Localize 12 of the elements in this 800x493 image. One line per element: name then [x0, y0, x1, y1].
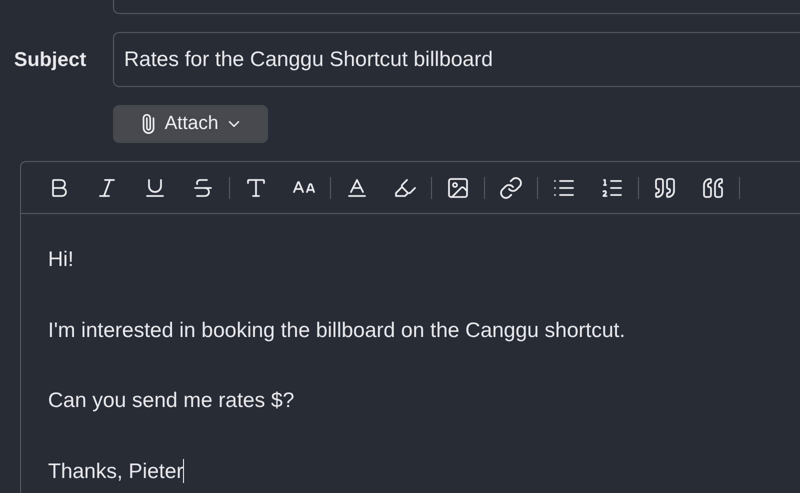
quote-icon[interactable] — [701, 176, 725, 200]
image-icon[interactable] — [446, 176, 470, 200]
subject-label: Subject — [14, 48, 88, 72]
quote-icon[interactable] — [653, 176, 677, 200]
subject-field[interactable]: Rates for the Canggu Shortcut billboard — [113, 32, 800, 87]
text-cursor — [183, 459, 184, 484]
message-paragraph: Can you send me rates $? — [48, 388, 294, 414]
message-paragraph: Hi! — [48, 247, 74, 273]
attach-button[interactable]: Attach — [113, 105, 268, 143]
link-icon[interactable] — [499, 176, 523, 200]
message-paragraph: I'm interested in booking the billboard on the Canggu shortcut. — [48, 318, 626, 344]
message-paragraph: Thanks, Pieter — [48, 458, 184, 484]
